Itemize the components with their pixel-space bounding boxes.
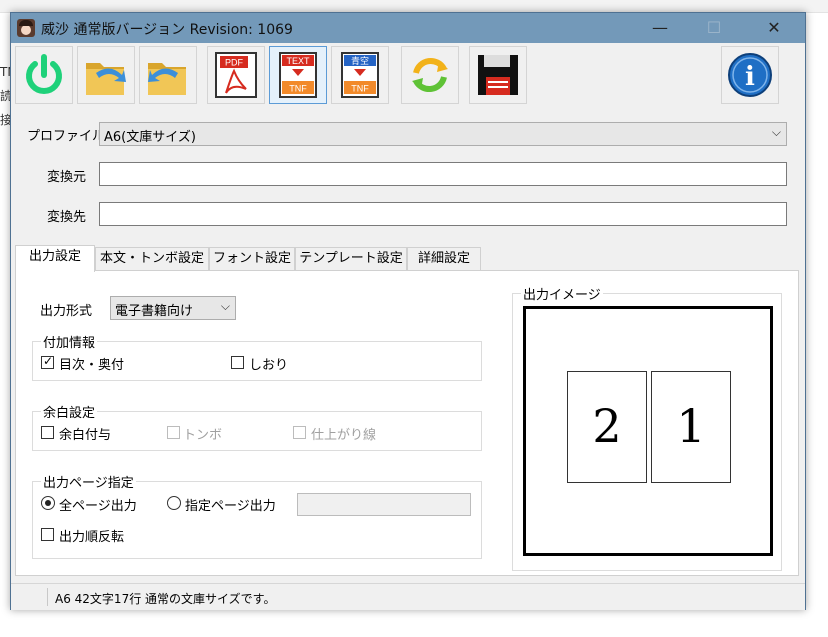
floppy-disk-icon <box>478 55 518 95</box>
aozora-to-tnf-button[interactable]: 青空 TNF <box>331 46 389 104</box>
source-input[interactable] <box>100 163 786 185</box>
output-settings-panel: 出力形式 電子書籍向け ⌵ 付加情報 ✓ 目次・奥付 しおり 余白設定 余白付与… <box>15 270 799 576</box>
refresh-button[interactable] <box>401 46 459 104</box>
aozora-tnf-icon: 青空 TNF <box>341 52 379 98</box>
chevron-down-icon: ⌵ <box>771 125 781 139</box>
folder-arrow-right-icon <box>86 63 126 95</box>
output-pages-title: 出力ページ指定 <box>41 472 136 491</box>
status-text: A6 42文字17行 通常の文庫サイズです。 <box>55 592 276 606</box>
margin-checkbox[interactable] <box>41 426 54 439</box>
status-separator <box>47 588 48 606</box>
profile-value: A6(文庫サイズ) <box>104 130 196 145</box>
dest-label: 変換先 <box>47 210 87 225</box>
app-icon <box>17 19 35 37</box>
all-pages-label: 全ページ出力 <box>59 499 137 514</box>
reverse-order-checkbox[interactable] <box>41 528 54 541</box>
pdf-button[interactable]: PDF <box>207 46 265 104</box>
specified-pages-label: 指定ページ出力 <box>185 499 276 514</box>
info-label: i <box>745 62 755 92</box>
pdf-icon: PDF <box>215 52 257 98</box>
open-folder-button[interactable] <box>77 46 135 104</box>
power-button[interactable] <box>15 46 73 104</box>
power-icon <box>26 54 62 94</box>
output-preview-title: 出力イメージ <box>521 284 603 303</box>
format-select[interactable]: 電子書籍向け ⌵ <box>110 296 236 320</box>
refresh-icon <box>412 57 448 93</box>
maximize-button[interactable]: ☐ <box>691 13 737 43</box>
all-pages-radio[interactable] <box>41 496 55 510</box>
chevron-down-icon: ⌵ <box>220 299 230 313</box>
preview-page-right: 1 <box>651 371 731 483</box>
window-title: 威沙 通常版バージョン Revision: 1069 <box>41 22 293 38</box>
tombo-label: トンボ <box>183 428 223 443</box>
radio-dot-icon <box>45 500 51 506</box>
check-icon: ✓ <box>43 354 54 368</box>
margin-group: 余白設定 余白付与 トンボ 仕上がり線 <box>32 402 482 451</box>
tab-output-settings[interactable]: 出力設定 <box>15 245 95 272</box>
finish-line-label: 仕上がり線 <box>311 428 377 443</box>
aozora-label: 青空 <box>351 55 369 67</box>
tombo-checkbox[interactable] <box>167 426 180 439</box>
tab-detail-settings[interactable]: 詳細設定 <box>407 247 481 271</box>
title-bar[interactable]: 威沙 通常版バージョン Revision: 1069 — ☐ ✕ <box>11 13 805 43</box>
margin-label: 余白付与 <box>59 428 112 443</box>
format-value: 電子書籍向け <box>115 304 194 319</box>
preview-canvas: 2 1 <box>523 306 773 556</box>
dest-field[interactable] <box>99 202 787 226</box>
save-button[interactable] <box>469 46 527 104</box>
output-pages-group: 出力ページ指定 全ページ出力 指定ページ出力 出力順反転 <box>32 472 482 559</box>
bookmark-label: しおり <box>249 358 289 373</box>
specified-pages-input[interactable] <box>298 494 470 515</box>
info-icon: i <box>728 53 772 97</box>
info-button[interactable]: i <box>721 46 779 104</box>
profile-label: プロファイル <box>27 129 106 144</box>
tnf-label: TNF <box>289 84 307 94</box>
preview-page-left: 2 <box>567 371 647 483</box>
back-folder-button[interactable] <box>139 46 197 104</box>
extra-info-group: 付加情報 ✓ 目次・奥付 しおり <box>32 332 482 381</box>
dest-input[interactable] <box>100 203 786 225</box>
finish-line-checkbox[interactable] <box>293 426 306 439</box>
tab-template-settings[interactable]: テンプレート設定 <box>295 247 407 271</box>
folder-arrow-left-icon <box>148 63 186 95</box>
output-preview-group: 出力イメージ 2 1 <box>512 284 782 571</box>
source-field[interactable] <box>99 162 787 186</box>
tab-body-tombo-settings[interactable]: 本文・トンボ設定 <box>95 247 209 271</box>
status-bar: A6 42文字17行 通常の文庫サイズです。 <box>11 583 805 610</box>
profile-select[interactable]: A6(文庫サイズ) ⌵ <box>99 122 787 146</box>
specified-pages-field[interactable] <box>297 493 471 516</box>
margin-title: 余白設定 <box>41 402 98 421</box>
bookmark-checkbox[interactable] <box>231 356 244 369</box>
main-window: 威沙 通常版バージョン Revision: 1069 — ☐ ✕ PDF TEX… <box>10 12 806 610</box>
extra-info-title: 付加情報 <box>41 332 98 351</box>
minimize-button[interactable]: — <box>637 13 683 43</box>
toc-checkbox[interactable]: ✓ <box>41 354 54 369</box>
text-label: TEXT <box>286 56 310 66</box>
close-button[interactable]: ✕ <box>751 13 797 43</box>
tnf-label: TNF <box>351 84 369 94</box>
specified-pages-radio[interactable] <box>167 496 181 510</box>
toc-label: 目次・奥付 <box>59 358 125 373</box>
text-to-tnf-button[interactable]: TEXT TNF <box>269 46 327 104</box>
format-label: 出力形式 <box>40 304 93 319</box>
text-tnf-icon: TEXT TNF <box>279 52 317 98</box>
reverse-order-label: 出力順反転 <box>59 530 125 545</box>
source-label: 変換元 <box>47 170 87 185</box>
pdf-label: PDF <box>225 58 244 68</box>
tab-font-settings[interactable]: フォント設定 <box>209 247 295 271</box>
